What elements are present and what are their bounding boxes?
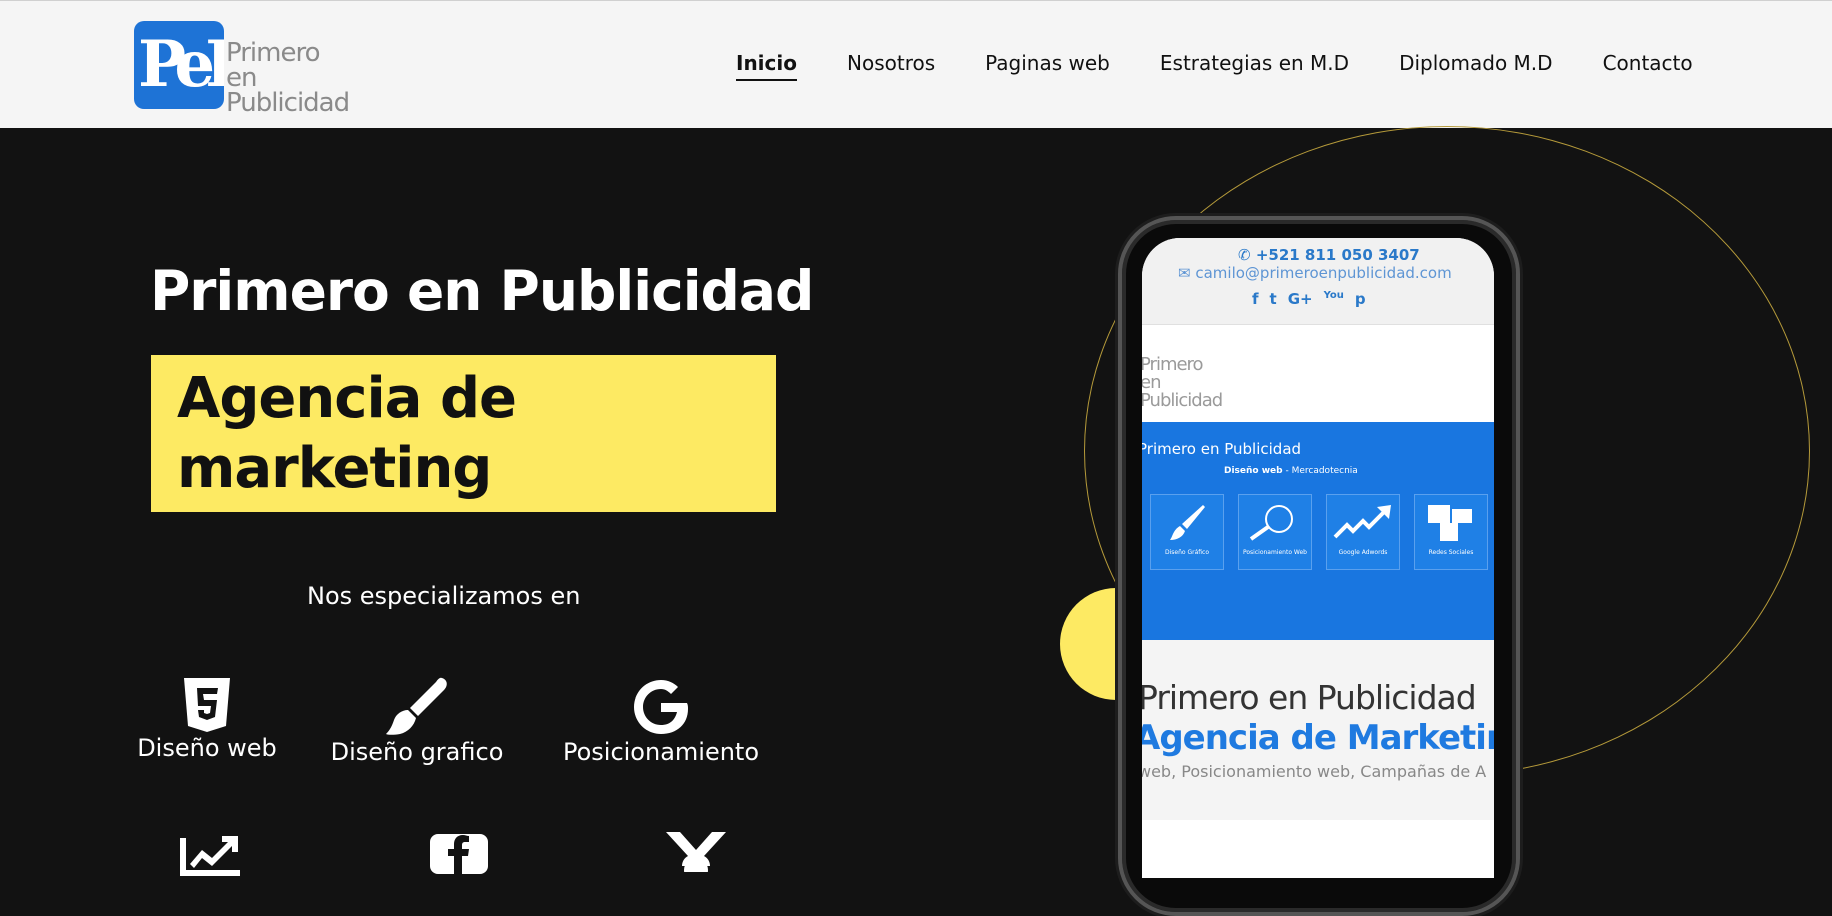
screen-logo-line: Publicidad [1142, 390, 1223, 411]
nav-inicio[interactable]: Inicio [736, 51, 797, 81]
screen-social-icons: f t G+ You p [1252, 290, 1366, 308]
nav-estrategias[interactable]: Estrategias en M.D [1160, 51, 1349, 81]
screen-tile-label: Diseño Gráfico [1164, 549, 1210, 556]
main-nav: Inicio Nosotros Paginas web Estrategias … [736, 51, 1693, 81]
screen-phone-text: +521 811 050 3407 [1255, 246, 1420, 264]
screen-tile: Posicionamiento Web [1238, 494, 1312, 570]
screen-hero-subtitle: Agencia de Marketing [1142, 718, 1494, 758]
site-header: PeP Primero en Publicidad Inicio Nosotro… [0, 0, 1832, 128]
service-diseno-web: Diseño web [134, 676, 280, 762]
screen-band-subtitle: Diseño web - Mercadotecnia [1224, 466, 1358, 476]
logo-mark: PeP [138, 27, 224, 102]
html5-icon [184, 678, 230, 732]
nav-contacto[interactable]: Contacto [1603, 51, 1693, 81]
logo-text: Primero en Publicidad [226, 40, 350, 118]
twitter-icon: t [1269, 290, 1277, 308]
specialize-heading: Nos especializamos en [307, 582, 581, 610]
google-plus-icon: G+ [1287, 290, 1313, 308]
screen-hero-title: Primero en Publicidad [1142, 678, 1477, 717]
service-posicionamiento: Posicionamiento [556, 676, 766, 766]
screen-tile-label: Redes Sociales [1428, 549, 1474, 556]
site-logo[interactable]: PeP Primero en Publicidad [134, 19, 364, 118]
hero-subtitle-line: marketing [177, 436, 492, 501]
nav-paginas-web[interactable]: Paginas web [985, 51, 1110, 81]
screen-band-title: Primero en Publicidad [1142, 440, 1302, 458]
youtube-icon: You [1323, 290, 1344, 301]
hero-subtitle-line: Agencia de [177, 366, 517, 431]
medal-icon [666, 832, 726, 872]
screen-email-text: camilo@primeroenpublicidad.com [1195, 264, 1452, 282]
trend-arrow-icon [1333, 505, 1391, 539]
facebook-icon [430, 834, 488, 874]
whatsapp-icon: ✆ [1238, 246, 1251, 264]
screen-tile-label: Posicionamiento Web [1242, 549, 1307, 556]
logo-text-line: Publicidad [226, 88, 350, 118]
screen-tile: Google Adwords [1326, 494, 1400, 570]
screen-band-subtitle-bold: Diseño web [1224, 466, 1283, 476]
screen-tile-label: Google Adwords [1338, 549, 1388, 556]
social-media-icon [1428, 505, 1472, 541]
service-label: Posicionamiento [562, 738, 760, 766]
screen-tile: Redes Sociales [1414, 494, 1488, 570]
hero-subtitle: Agencia de marketing [177, 364, 517, 504]
paintbrush-icon [386, 677, 447, 735]
screen-hero-services: web, Posicionamiento web, Campañas de A [1142, 762, 1487, 781]
google-icon [634, 680, 688, 734]
service-diseno-grafico: Diseño grafico [322, 676, 512, 766]
facebook-icon: f [1252, 290, 1259, 308]
phone-screen: ✆ +521 811 050 3407 ✉ camilo@primeroenpu… [1142, 238, 1494, 878]
service-label: Diseño grafico [330, 738, 504, 766]
trend-chart-icon [180, 836, 240, 876]
nav-nosotros[interactable]: Nosotros [847, 51, 935, 81]
screen-band-subtitle-rest: - Mercadotecnia [1282, 466, 1358, 476]
screen-tile: Diseño Gráfico [1150, 494, 1224, 570]
magnifier-icon [1249, 505, 1293, 541]
logo-badge: PeP [134, 21, 224, 109]
screen-phone-number: ✆ +521 811 050 3407 [1238, 246, 1420, 264]
service-label: Diseño web [137, 734, 277, 762]
screen-logo: Primero en Publicidad [1142, 356, 1223, 411]
nav-diplomado[interactable]: Diplomado M.D [1399, 51, 1553, 81]
envelope-icon: ✉ [1178, 264, 1191, 282]
paintbrush-icon [1170, 505, 1205, 540]
hero-title: Primero en Publicidad [150, 259, 814, 323]
screen-email: ✉ camilo@primeroenpublicidad.com [1178, 264, 1452, 282]
pinterest-icon: p [1354, 290, 1366, 308]
